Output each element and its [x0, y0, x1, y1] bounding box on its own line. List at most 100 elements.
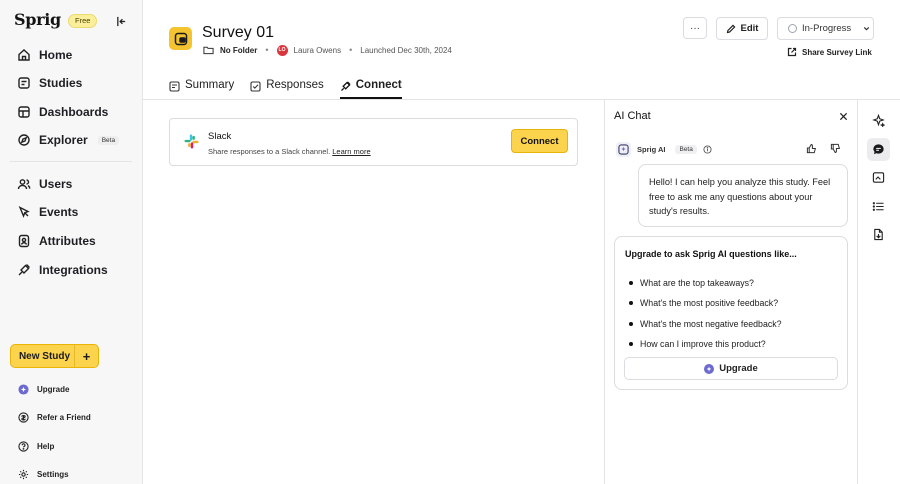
sidebar-upgrade[interactable]: Upgrade — [18, 381, 69, 397]
nav-integrations[interactable]: Integrations — [17, 258, 108, 282]
users-icon — [17, 179, 31, 190]
collapse-sidebar-button[interactable] — [113, 13, 129, 29]
upgrade-card-title: Upgrade to ask Sprig AI questions like..… — [625, 249, 797, 259]
list-icon — [872, 202, 884, 211]
sidebar-upgrade-label: Upgrade — [37, 384, 70, 394]
responses-icon — [250, 81, 261, 92]
survey-type-icon — [169, 27, 192, 50]
tab-connect-label: Connect — [355, 79, 402, 91]
list-item: What's the most negative feedback? — [629, 314, 782, 334]
pencil-icon — [726, 24, 735, 33]
nav-dashboards[interactable]: Dashboards — [17, 100, 108, 124]
connect-slack-button[interactable]: Connect — [511, 129, 568, 153]
tab-responses[interactable]: Responses — [250, 78, 324, 99]
upgrade-button-label: Upgrade — [719, 363, 758, 374]
new-study-plus-button[interactable]: + — [74, 345, 98, 367]
explorer-icon — [18, 134, 30, 146]
sidebar-settings-label: Settings — [37, 469, 69, 479]
nav-events[interactable]: Events — [17, 200, 78, 224]
new-study-button[interactable]: New Study + — [10, 344, 99, 368]
attributes-icon — [18, 234, 30, 248]
nav-dashboards-label: Dashboards — [39, 105, 109, 119]
nav-attributes-label: Attributes — [39, 234, 96, 248]
chevron-down-icon — [863, 27, 870, 31]
chat-bubble-icon — [873, 144, 884, 155]
nav-studies[interactable]: Studies — [17, 71, 82, 95]
owner-name: Laura Owens — [293, 45, 342, 55]
document-rail-button[interactable] — [867, 223, 890, 246]
new-study-label: New Study — [18, 350, 71, 362]
explorer-beta-badge: Beta — [97, 135, 120, 145]
sprig-logo[interactable]: Sprig — [14, 10, 61, 29]
sidebar-refer-friend[interactable]: Refer a Friend — [18, 409, 91, 425]
meta-separator: • — [265, 45, 269, 55]
share-survey-link[interactable]: Share Survey Link — [787, 47, 872, 57]
tab-connect[interactable]: Connect — [339, 78, 402, 99]
status-label: In-Progress — [802, 23, 852, 34]
sidebar-settings[interactable]: Settings — [18, 466, 69, 482]
upgrade-button[interactable]: Upgrade — [624, 357, 838, 380]
tab-summary[interactable]: Summary — [169, 78, 234, 99]
more-options-button[interactable]: ··· — [683, 17, 707, 39]
slack-logo-icon — [184, 134, 199, 149]
help-icon — [18, 440, 29, 452]
ai-greeting-message: Hello! I can help you analyze this study… — [638, 164, 848, 227]
nav-users[interactable]: Users — [17, 172, 72, 196]
summary-icon — [169, 81, 180, 92]
tab-responses-label: Responses — [266, 79, 324, 91]
sprig-ai-icon — [616, 141, 631, 157]
sidebar-refer-label: Refer a Friend — [37, 412, 91, 422]
thumbs-down-icon[interactable] — [830, 143, 841, 154]
edit-button[interactable]: Edit — [716, 17, 768, 40]
dashboards-icon — [18, 106, 30, 118]
survey-icon — [174, 32, 187, 45]
list-rail-button[interactable] — [867, 195, 890, 218]
settings-icon — [18, 469, 29, 479]
preview-icon — [872, 172, 885, 183]
sidebar-help-label: Help — [37, 441, 55, 451]
edit-label: Edit — [740, 23, 759, 34]
ai-beta-badge: Beta — [675, 144, 697, 154]
preview-rail-button[interactable] — [867, 166, 890, 189]
document-icon — [874, 228, 883, 241]
sidebar-divider — [10, 161, 132, 162]
plan-badge: Free — [68, 14, 98, 28]
list-item: What are the top takeaways? — [629, 273, 782, 293]
page-title: Survey 01 — [202, 24, 275, 41]
nav-home[interactable]: Home — [17, 43, 72, 67]
close-chat-button[interactable] — [837, 110, 849, 122]
nav-events-label: Events — [39, 205, 79, 219]
slack-integration-card: Slack Share responses to a Slack channel… — [169, 118, 578, 166]
nav-explorer[interactable]: Explorer Beta — [17, 128, 120, 152]
nav-explorer-label: Explorer — [39, 133, 88, 147]
tab-summary-label: Summary — [185, 79, 235, 91]
avatar: LO — [276, 44, 288, 56]
nav-home-label: Home — [39, 48, 73, 62]
external-link-icon — [787, 47, 797, 57]
nav-attributes[interactable]: Attributes — [17, 229, 96, 253]
folder-name[interactable]: No Folder — [220, 46, 257, 55]
sidebar: Sprig Free Home Studies Dashboards Explo… — [0, 0, 143, 484]
ai-chat-title: AI Chat — [614, 110, 651, 122]
studies-icon — [18, 77, 30, 89]
nav-integrations-label: Integrations — [39, 263, 108, 277]
nav-studies-label: Studies — [39, 76, 83, 90]
status-dropdown[interactable]: In-Progress — [777, 17, 874, 40]
meta-separator: • — [349, 45, 353, 55]
sparkle-icon — [872, 114, 885, 127]
ai-chat-rail-button[interactable] — [867, 138, 890, 161]
thumbs-up-icon[interactable] — [806, 143, 817, 154]
survey-meta: No Folder • LO Laura Owens • Launched De… — [203, 44, 452, 56]
list-item: What's the most positive feedback? — [629, 293, 782, 313]
ai-assistant-name: Sprig AI — [637, 144, 666, 154]
ai-sparkle-button[interactable] — [867, 109, 890, 132]
sidebar-help[interactable]: Help — [18, 438, 54, 454]
close-icon — [839, 112, 847, 120]
status-circle-icon — [788, 24, 797, 33]
nav-users-label: Users — [39, 177, 73, 191]
learn-more-link[interactable]: Learn more — [332, 147, 370, 156]
launch-date: Launched Dec 30th, 2024 — [360, 45, 452, 55]
example-questions-list: What are the top takeaways? What's the m… — [629, 273, 782, 354]
integration-description: Share responses to a Slack channel. Lear… — [208, 147, 371, 156]
info-icon[interactable] — [703, 144, 712, 154]
